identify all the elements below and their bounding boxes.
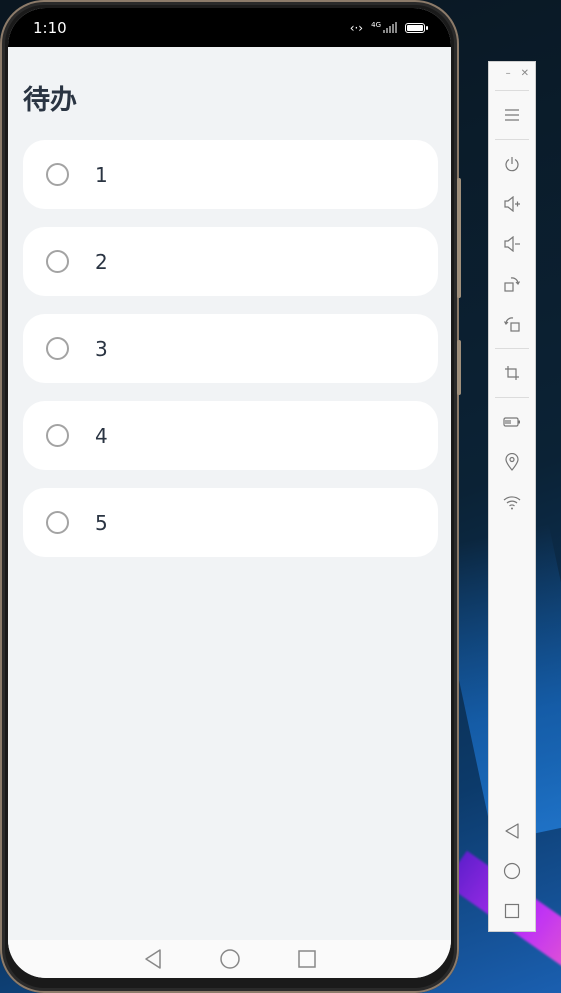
page-title: 待办 xyxy=(23,85,77,116)
wifi-button[interactable] xyxy=(489,482,535,522)
radio-circle-icon[interactable] xyxy=(46,337,69,360)
wifi-icon xyxy=(503,496,521,510)
close-icon[interactable]: ✕ xyxy=(521,68,529,86)
location-icon xyxy=(505,453,519,471)
data-transfer-icon: ‹·› xyxy=(349,20,364,35)
todo-item-label: 5 xyxy=(95,510,108,535)
todo-item[interactable]: 1 xyxy=(23,140,438,209)
phone-screen: 1:10 ‹·› 4G 待办 1 2 3 4 5 xyxy=(8,8,451,978)
radio-circle-icon[interactable] xyxy=(46,163,69,186)
crop-icon xyxy=(505,366,519,380)
todo-item-label: 3 xyxy=(95,336,108,361)
location-button[interactable] xyxy=(489,442,535,482)
recents-icon xyxy=(504,903,520,919)
emulator-side-panel: – ✕ xyxy=(488,61,536,932)
rotate-left-button[interactable] xyxy=(489,304,535,344)
volume-down-button[interactable] xyxy=(489,224,535,264)
todo-item[interactable]: 5 xyxy=(23,488,438,557)
volume-up-button[interactable] xyxy=(489,184,535,224)
todo-item-label: 2 xyxy=(95,249,108,274)
back-icon[interactable] xyxy=(143,948,163,970)
divider xyxy=(495,348,529,349)
rotate-right-icon xyxy=(504,277,521,292)
radio-circle-icon[interactable] xyxy=(46,424,69,447)
todo-list: 1 2 3 4 5 xyxy=(23,140,438,575)
status-time: 1:10 xyxy=(33,18,67,37)
power-button[interactable] xyxy=(489,144,535,184)
menu-button[interactable] xyxy=(489,95,535,135)
battery-button[interactable] xyxy=(489,402,535,442)
rotate-left-icon xyxy=(503,317,520,332)
network-type-label: 4G xyxy=(371,21,381,29)
power-icon xyxy=(505,157,519,172)
radio-circle-icon[interactable] xyxy=(46,250,69,273)
volume-rocker xyxy=(457,178,461,298)
system-nav-bar xyxy=(8,940,451,978)
radio-circle-icon[interactable] xyxy=(46,511,69,534)
todo-item[interactable]: 3 xyxy=(23,314,438,383)
divider xyxy=(495,139,529,140)
home-icon xyxy=(503,862,521,880)
window-controls: – ✕ xyxy=(489,62,535,86)
menu-icon xyxy=(505,109,519,121)
power-key xyxy=(457,340,461,395)
todo-item-label: 1 xyxy=(95,162,108,187)
screenshot-button[interactable] xyxy=(489,353,535,393)
home-icon[interactable] xyxy=(219,948,241,970)
cellular-indicator: 4G xyxy=(371,22,397,33)
battery-icon xyxy=(503,417,520,427)
panel-recents-button[interactable] xyxy=(489,891,535,931)
todo-item[interactable]: 2 xyxy=(23,227,438,296)
panel-home-button[interactable] xyxy=(489,851,535,891)
todo-item-label: 4 xyxy=(95,423,108,448)
divider xyxy=(495,90,529,91)
volume-up-icon xyxy=(504,196,520,212)
status-bar: 1:10 ‹·› 4G xyxy=(8,8,451,47)
signal-icon xyxy=(383,22,397,33)
todo-item[interactable]: 4 xyxy=(23,401,438,470)
battery-icon xyxy=(405,22,428,33)
rotate-right-button[interactable] xyxy=(489,264,535,304)
back-icon xyxy=(505,823,519,839)
panel-nav-buttons xyxy=(489,811,535,931)
panel-back-button[interactable] xyxy=(489,811,535,851)
divider xyxy=(495,397,529,398)
status-icons: ‹·› 4G xyxy=(349,20,428,35)
phone-frame: 1:10 ‹·› 4G 待办 1 2 3 4 5 xyxy=(0,0,461,993)
volume-down-icon xyxy=(504,236,520,252)
recents-icon[interactable] xyxy=(297,949,317,969)
minimize-icon[interactable]: – xyxy=(506,68,511,86)
